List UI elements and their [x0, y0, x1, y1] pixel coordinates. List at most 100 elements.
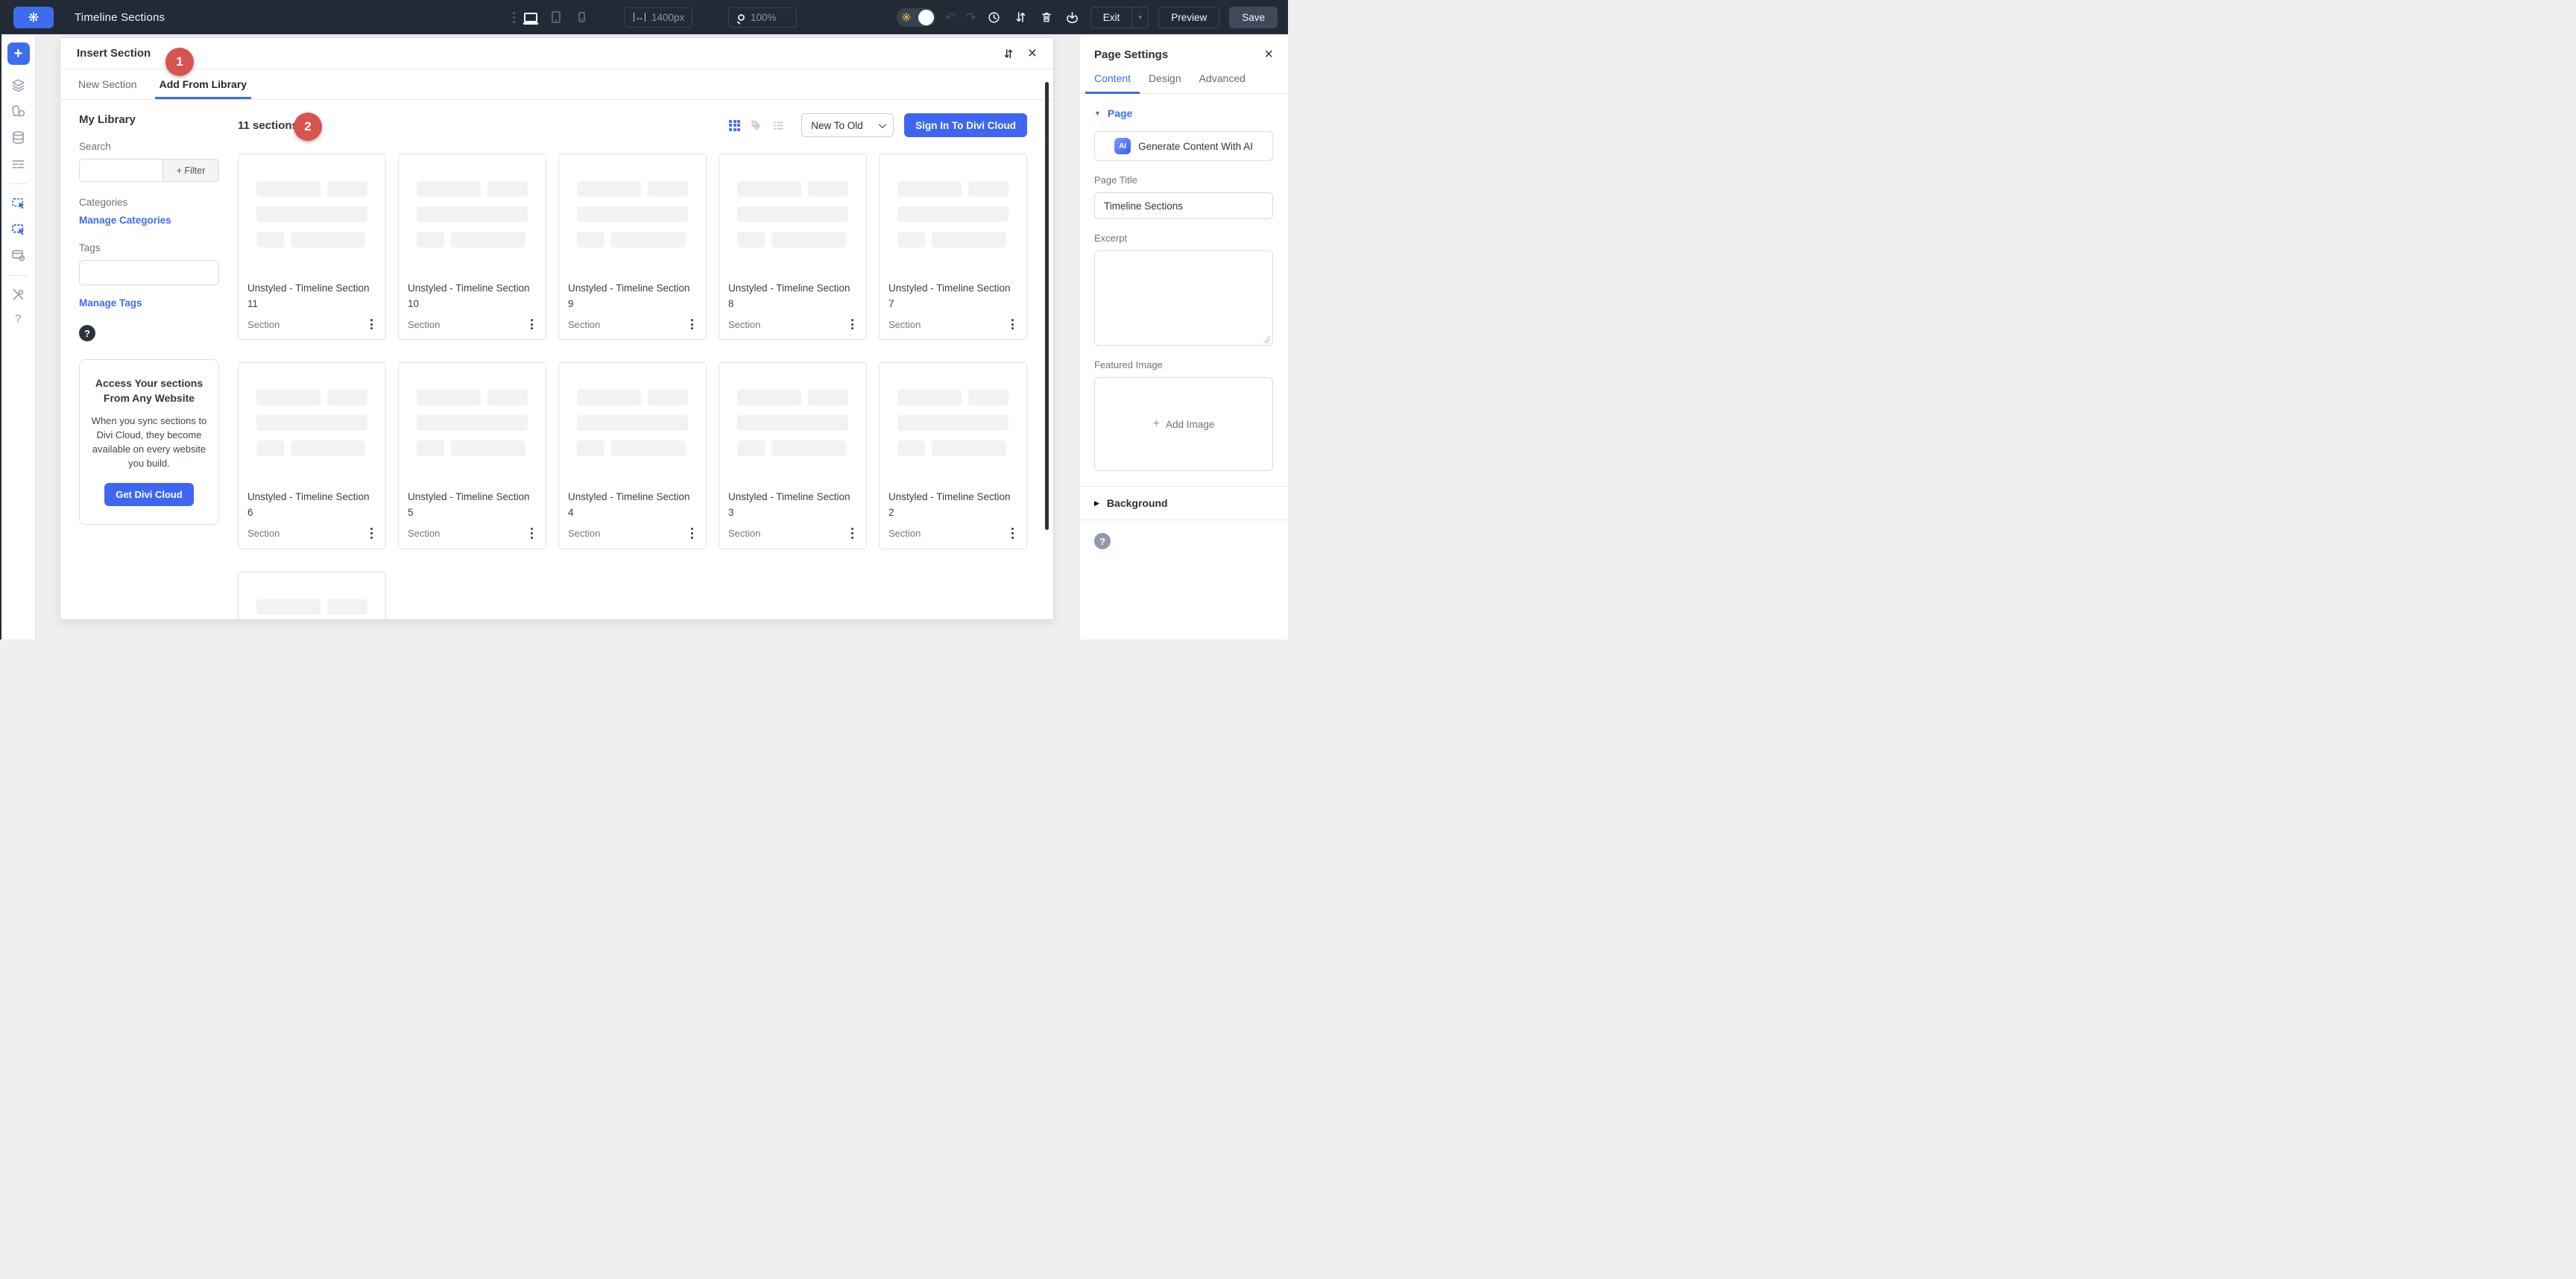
- more-options-icon[interactable]: [513, 12, 515, 23]
- section-name: Unstyled - Timeline Section 9: [568, 281, 697, 312]
- manage-categories-link[interactable]: Manage Categories: [79, 215, 219, 226]
- modal-close-icon[interactable]: ×: [1028, 45, 1037, 61]
- modal-scrollbar[interactable]: [1045, 82, 1049, 530]
- resize-handle-icon[interactable]: [1263, 336, 1270, 343]
- section-card[interactable]: Unstyled - Timeline Section 10 Section: [398, 154, 546, 340]
- tag-view-icon[interactable]: [750, 119, 763, 132]
- tab-design[interactable]: Design: [1149, 72, 1181, 93]
- page-settings-panel: Page Settings × Content Design Advanced …: [1079, 34, 1288, 640]
- theme-builder-icon[interactable]: [10, 247, 27, 263]
- card-menu-icon[interactable]: [367, 525, 376, 541]
- thumbnail-skeleton: [719, 154, 866, 280]
- card-menu-icon[interactable]: [687, 317, 697, 332]
- library-sidebar: My Library Search + Filter Categories Ma…: [60, 100, 238, 619]
- redo-icon[interactable]: ↷: [965, 11, 976, 24]
- grid-view-icon[interactable]: [729, 120, 740, 131]
- exit-button[interactable]: Exit: [1090, 7, 1133, 28]
- featured-image-label: Featured Image: [1094, 359, 1273, 370]
- preview-button[interactable]: Preview: [1158, 7, 1219, 28]
- card-menu-icon[interactable]: [847, 317, 857, 332]
- hover-mode-icon[interactable]: [10, 195, 27, 211]
- card-menu-icon[interactable]: [527, 525, 537, 541]
- grid-header: 11 sections: [238, 113, 1027, 137]
- page-templates-icon[interactable]: [10, 103, 27, 119]
- manage-tags-link[interactable]: Manage Tags: [79, 297, 219, 309]
- phone-view-button[interactable]: [572, 7, 591, 27]
- layers-icon[interactable]: [10, 77, 27, 93]
- tab-advanced[interactable]: Advanced: [1199, 72, 1246, 93]
- excerpt-textarea[interactable]: [1094, 250, 1273, 346]
- page-title-input[interactable]: [1094, 192, 1273, 219]
- card-menu-icon[interactable]: [1008, 525, 1017, 541]
- section-card[interactable]: [238, 572, 386, 620]
- list-view-icon[interactable]: [772, 119, 785, 132]
- section-card[interactable]: Unstyled - Timeline Section 11 Section: [238, 154, 386, 340]
- expand-sort-icon[interactable]: [1003, 48, 1014, 60]
- filter-button[interactable]: + Filter: [162, 159, 219, 182]
- section-card[interactable]: Unstyled - Timeline Section 3 Section: [719, 362, 867, 549]
- modal-tabs: New Section Add From Library: [60, 69, 1053, 100]
- section-card[interactable]: Unstyled - Timeline Section 5 Section: [398, 362, 546, 549]
- zoom-level-field[interactable]: 100%: [728, 7, 797, 28]
- exit-dropdown-caret[interactable]: ▾: [1132, 7, 1149, 28]
- section-card[interactable]: Unstyled - Timeline Section 6 Section: [238, 362, 386, 549]
- sort-dropdown[interactable]: New To Old: [801, 113, 894, 137]
- generate-content-ai-button[interactable]: AI Generate Content With AI: [1094, 131, 1273, 161]
- desktop-view-button[interactable]: [521, 7, 540, 27]
- portability-icon[interactable]: [1064, 9, 1081, 25]
- library-help-icon[interactable]: ?: [79, 325, 95, 341]
- sort-arrows-icon[interactable]: [1012, 9, 1029, 25]
- page-title: Timeline Sections: [75, 11, 165, 24]
- responsive-width-field[interactable]: ↔ 1400px: [624, 7, 692, 28]
- card-menu-icon[interactable]: [1008, 317, 1017, 332]
- tools-icon[interactable]: [10, 286, 27, 303]
- card-menu-icon[interactable]: [527, 317, 537, 332]
- rail-help-icon[interactable]: ?: [15, 312, 22, 325]
- plus-icon: +: [1153, 417, 1160, 431]
- thumbnail-skeleton: [399, 363, 546, 488]
- history-icon[interactable]: [986, 9, 1003, 25]
- tab-content[interactable]: Content: [1094, 72, 1131, 93]
- background-group-toggle[interactable]: ▶ Background: [1094, 487, 1273, 520]
- left-icon-rail: +: [1, 34, 36, 640]
- panel-close-icon[interactable]: ×: [1264, 47, 1273, 62]
- ai-button-label: Generate Content With AI: [1138, 141, 1253, 152]
- database-icon[interactable]: [10, 129, 27, 145]
- section-type: Section: [247, 528, 280, 539]
- tab-new-section[interactable]: New Section: [78, 69, 137, 99]
- search-input[interactable]: [79, 159, 162, 182]
- library-content: 11 sections: [238, 100, 1054, 619]
- click-mode-icon[interactable]: [10, 221, 27, 237]
- add-image-dropzone[interactable]: + Add Image: [1094, 377, 1273, 471]
- tablet-view-button[interactable]: [546, 7, 566, 27]
- modal-title: Insert Section: [77, 47, 151, 60]
- section-card[interactable]: Unstyled - Timeline Section 2 Section: [879, 362, 1027, 549]
- save-button[interactable]: Save: [1229, 7, 1278, 28]
- section-card[interactable]: Unstyled - Timeline Section 8 Section: [719, 154, 867, 340]
- page-title-label: Page Title: [1094, 174, 1273, 186]
- section-card[interactable]: Unstyled - Timeline Section 9 Section: [558, 154, 707, 340]
- modal-header: Insert Section ×: [60, 38, 1053, 69]
- panel-help-icon[interactable]: ?: [1094, 533, 1111, 549]
- get-divi-cloud-button[interactable]: Get Divi Cloud: [104, 483, 194, 506]
- add-content-button[interactable]: +: [7, 42, 30, 65]
- section-card[interactable]: Unstyled - Timeline Section 4 Section: [558, 362, 707, 549]
- builder-settings-button[interactable]: [13, 7, 54, 28]
- modal-body: My Library Search + Filter Categories Ma…: [60, 100, 1053, 619]
- sign-in-divi-cloud-button[interactable]: Sign In To Divi Cloud: [904, 113, 1027, 137]
- builder-mode-toggle[interactable]: [897, 8, 935, 27]
- section-name: Unstyled - Timeline Section 5: [408, 490, 537, 521]
- thumbnail-skeleton: [719, 363, 866, 488]
- list-settings-icon[interactable]: [10, 155, 27, 171]
- card-menu-icon[interactable]: [367, 317, 376, 332]
- section-card[interactable]: Unstyled - Timeline Section 7 Section: [879, 154, 1027, 340]
- undo-icon[interactable]: ↶: [945, 11, 956, 24]
- page-group-toggle[interactable]: ▼ Page: [1094, 107, 1273, 119]
- tags-input[interactable]: [79, 260, 219, 285]
- divi-cloud-card: Access Your sections From Any Website Wh…: [79, 359, 219, 525]
- card-menu-icon[interactable]: [687, 525, 697, 541]
- background-label: Background: [1107, 497, 1168, 509]
- card-menu-icon[interactable]: [847, 525, 857, 541]
- section-type: Section: [568, 528, 600, 539]
- trash-icon[interactable]: [1038, 9, 1055, 25]
